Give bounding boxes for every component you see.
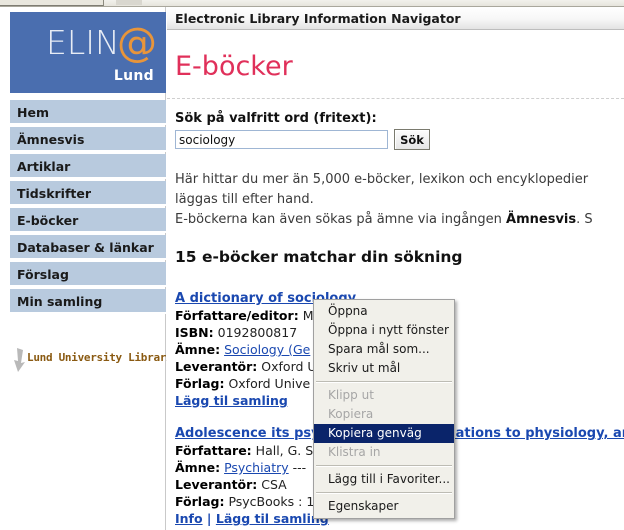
context-menu-separator [316,381,452,383]
svg-text:@: @ [117,20,157,66]
title-divider [167,98,624,100]
record-field-value: Oxford Unive [228,376,311,391]
add-to-collection-link[interactable]: Lägg til samling [216,511,329,526]
sidebar-item-ebocker[interactable]: E-böcker [10,208,166,233]
context-menu-item-oppna[interactable]: Öppna [314,302,454,321]
sidebar-item-label: Tidskrifter [17,186,92,201]
sidebar-item-label: Artiklar [17,159,71,174]
search-label: Sök på valfritt ord (fritext): [175,111,377,126]
context-menu-separator [316,492,452,494]
record-field-value: CSA [261,477,287,492]
sidebar-item-hem[interactable]: Hem [10,100,166,125]
context-menu-separator [316,465,452,467]
lund-arrow-icon [14,348,25,372]
elin-logo-sub: Lund [113,68,154,84]
browser-tab-active[interactable] [0,0,104,6]
lund-university-libraries-text: Lund University Libraries [27,351,186,364]
sidebar-item-label: Hem [17,105,49,120]
record-field-key: Författare/editor: [175,308,299,323]
intro-line-2: läggas till efter hand. [175,192,314,207]
intro-text: Här hittar du mer än 5,000 e-böcker, lex… [175,170,624,230]
context-menu-item-klistra-in: Klistra in [328,445,381,459]
record-field-value: --- [288,460,307,475]
record-field-value: Hall, G. S [255,443,314,458]
search-input[interactable] [175,130,388,149]
context-menu: Öppna Öppna i nytt fönster Spara mål som… [313,299,455,519]
search-button[interactable]: Sök [394,129,430,150]
context-menu-item-skriv-ut-mal[interactable]: Skriv ut mål [314,359,454,378]
app-title-bar: Electronic Library Information Navigator [167,7,624,30]
intro-line-3-pre: E-böckerna kan även sökas på ämne via in… [175,212,507,227]
elin-logo-text: ELIN [46,23,120,62]
record-field-key: Förlag: [175,376,225,391]
sidebar-item-artiklar[interactable]: Artiklar [10,154,166,179]
sidebar: ELIN @ Lund Hem Ämnesvis Artiklar Tidskr… [0,7,185,530]
record-subject-link[interactable]: Sociology (Ge [224,342,310,357]
context-menu-item-spara-mal-som[interactable]: Spara mål som... [314,340,454,359]
record-field-value: M [302,308,314,323]
context-menu-item-egenskaper[interactable]: Egenskaper [314,497,454,516]
at-sign-icon: @ [117,20,157,66]
record-field-key: ISBN: [175,325,214,340]
sidebar-item-label: Min samling [17,294,103,309]
intro-line-1: Här hittar du mer än 5,000 e-böcker, lex… [175,172,589,187]
context-menu-item-lagg-till-favoriter[interactable]: Lägg till i Favoriter... [314,470,454,489]
browser-tab-inactive[interactable] [116,0,142,5]
add-to-collection-link[interactable]: Lägg til samling [175,393,288,408]
browser-tab-strip [0,0,624,7]
app-title: Electronic Library Information Navigator [175,11,461,26]
intro-line-3: E-böckerna kan även sökas på ämne via in… [175,210,624,230]
record-field-key: Leverantör: [175,359,258,374]
elin-logo: ELIN @ Lund [10,12,166,93]
sidebar-item-tidskrifter[interactable]: Tidskrifter [10,181,166,206]
info-link[interactable]: Info [175,511,203,526]
context-menu-item-klipp-ut: Klipp ut [328,388,374,402]
record-field-value: Oxford U [261,359,317,374]
links-separator: | [202,511,216,526]
lund-university-libraries-logo: Lund University Libraries [12,347,185,373]
sidebar-item-label: E-böcker [17,213,79,228]
record-subject-link[interactable]: Psychiatry [224,460,289,475]
sidebar-item-databaser[interactable]: Databaser & länkar [10,235,166,260]
record-field-key: Leverantör: [175,477,258,492]
record-field-key: Författare: [175,443,252,458]
context-menu-item-oppna-nytt-fonster[interactable]: Öppna i nytt fönster [314,321,454,340]
context-menu-item-kopiera-genvag[interactable]: Kopiera genväg [314,424,454,443]
sidebar-item-min-samling[interactable]: Min samling [10,289,166,314]
intro-line-3-post: . S [576,212,593,227]
page-title: E-böcker [175,51,293,82]
record-field-key: Ämne: [175,342,221,357]
page-body: ELIN @ Lund Hem Ämnesvis Artiklar Tidskr… [0,7,624,530]
results-heading: 15 e-böcker matchar din sökning [175,248,463,266]
context-menu-item-kopiera: Kopiera [328,407,374,421]
sidebar-item-label: Förslag [17,267,69,282]
record-field-key: Ämne: [175,460,221,475]
sidebar-item-label: Ämnesvis [17,132,85,147]
record-field-value: 0192800817 [217,325,298,340]
record-field-key: Förlag: [175,494,225,509]
sidebar-item-label: Databaser & länkar [17,240,154,255]
sidebar-item-amnesvis[interactable]: Ämnesvis [10,127,166,152]
sidebar-item-forslag[interactable]: Förslag [10,262,166,287]
intro-line-3-bold: Ämnesvis [506,212,577,227]
